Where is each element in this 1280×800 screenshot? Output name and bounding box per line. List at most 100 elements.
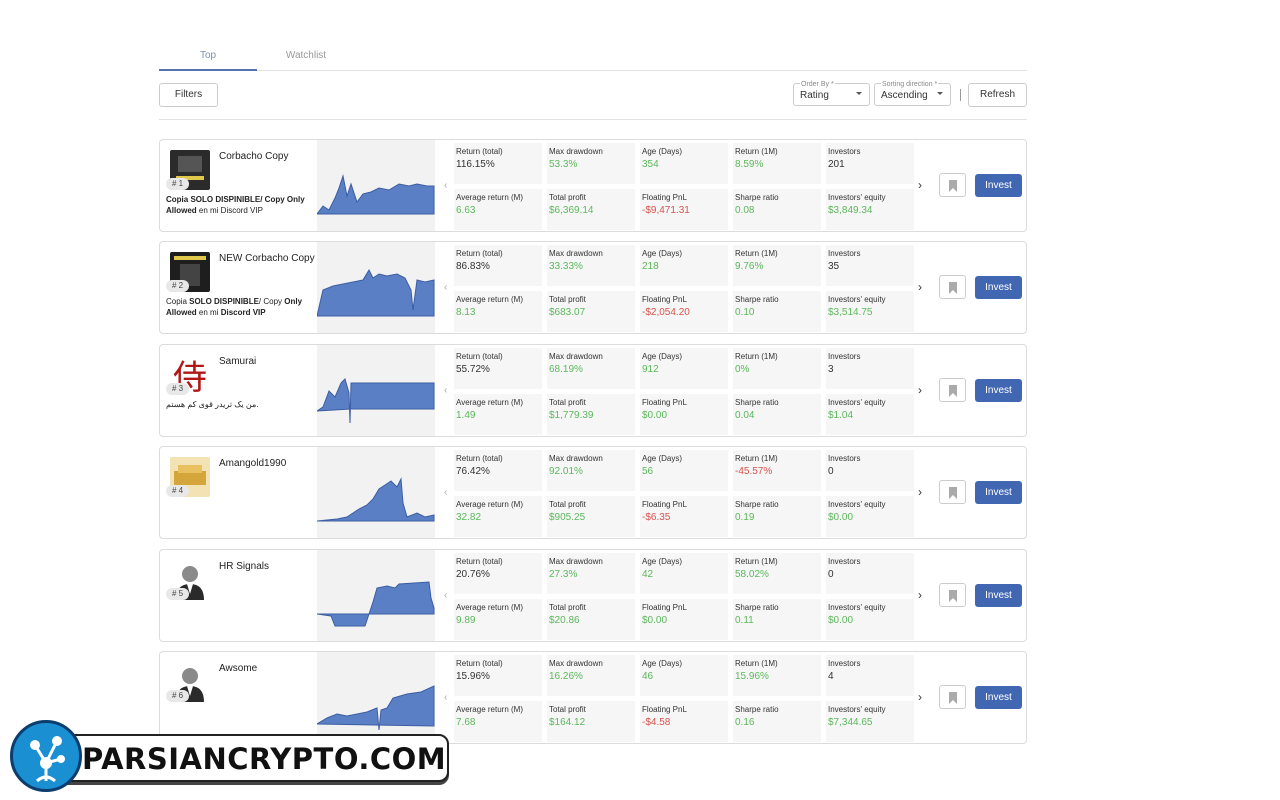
- stat-value: 0.04: [735, 410, 755, 421]
- invest-button[interactable]: Invest: [975, 584, 1022, 607]
- stat-value: 15.96%: [735, 671, 769, 682]
- chevron-left-icon[interactable]: ‹: [444, 282, 447, 293]
- stat-age-days: Age (Days) 912: [640, 348, 728, 389]
- trader-name[interactable]: HR Signals: [219, 561, 269, 572]
- stat-total-profit: Total profit $164.12: [547, 701, 635, 742]
- stat-label: Return (total): [456, 249, 503, 258]
- trader-name[interactable]: Samurai: [219, 356, 256, 367]
- toolbar: Filters Order By * Rating Sorting direct…: [159, 78, 1027, 120]
- stat-average-return-m: Average return (M) 6.63: [454, 189, 542, 230]
- stat-label: Total profit: [549, 603, 586, 612]
- chevron-right-icon[interactable]: ›: [918, 178, 922, 192]
- bookmark-icon: [949, 590, 957, 602]
- invest-button[interactable]: Invest: [975, 481, 1022, 504]
- stat-value: $0.00: [828, 512, 854, 523]
- stat-value: -45.57%: [735, 466, 773, 477]
- chevron-right-icon[interactable]: ›: [918, 690, 922, 704]
- chevron-left-icon[interactable]: ‹: [444, 692, 447, 703]
- order-by-label: Order By *: [800, 81, 835, 88]
- stat-sharpe-ratio: Sharpe ratio 0.04: [733, 394, 821, 435]
- stat-label: Floating PnL: [642, 398, 687, 407]
- stat-value: 20.76%: [456, 569, 490, 580]
- filters-button[interactable]: Filters: [159, 83, 218, 107]
- stat-return-total: Return (total) 116.15%: [454, 143, 542, 184]
- trader-name[interactable]: NEW Corbacho Copy: [219, 253, 315, 264]
- caret-down-icon: [856, 92, 862, 95]
- bookmark-button[interactable]: [939, 275, 966, 299]
- stat-return-total: Return (total) 76.42%: [454, 450, 542, 491]
- chevron-left-icon[interactable]: ‹: [444, 590, 447, 601]
- stat-total-profit: Total profit $905.25: [547, 496, 635, 537]
- stat-label: Return (1M): [735, 147, 778, 156]
- stat-investors-equity: Investors' equity $1.04: [826, 394, 914, 435]
- stat-investors: Investors 3: [826, 348, 914, 389]
- chevron-left-icon[interactable]: ‹: [444, 385, 447, 396]
- trader-name[interactable]: Amangold1990: [219, 458, 286, 469]
- stat-label: Investors' equity: [828, 398, 886, 407]
- stat-return-1m: Return (1M) -45.57%: [733, 450, 821, 491]
- stat-value: $1,779.39: [549, 410, 594, 421]
- stat-label: Investors: [828, 659, 861, 668]
- stat-value: 116.15%: [456, 159, 495, 170]
- trader-name[interactable]: Awsome: [219, 663, 257, 674]
- stat-label: Sharpe ratio: [735, 398, 779, 407]
- stat-label: Max drawdown: [549, 249, 603, 258]
- stat-value: 0.08: [735, 205, 755, 216]
- stat-value: $905.25: [549, 512, 586, 523]
- refresh-button[interactable]: Refresh: [968, 83, 1027, 107]
- chevron-right-icon[interactable]: ›: [918, 485, 922, 499]
- stat-floating-pnl: Floating PnL -$6.35: [640, 496, 728, 537]
- bookmark-button[interactable]: [939, 685, 966, 709]
- chevron-right-icon[interactable]: ›: [918, 280, 922, 294]
- bookmark-button[interactable]: [939, 378, 966, 402]
- sorting-direction-label: Sorting direction *: [881, 81, 939, 88]
- invest-button[interactable]: Invest: [975, 379, 1022, 402]
- performance-chart: [317, 140, 435, 231]
- rank-badge: # 6: [166, 690, 190, 702]
- stat-value: 86.83%: [456, 261, 490, 272]
- sorting-direction-select[interactable]: Sorting direction * Ascending: [874, 81, 951, 106]
- stat-label: Age (Days): [642, 249, 683, 258]
- stat-label: Max drawdown: [549, 557, 603, 566]
- stat-investors-equity: Investors' equity $3,514.75: [826, 291, 914, 332]
- trader-name[interactable]: Corbacho Copy: [219, 151, 288, 162]
- stat-value: 218: [642, 261, 659, 272]
- stat-value: 16.26%: [549, 671, 583, 682]
- stat-value: 9.89: [456, 615, 476, 626]
- stat-label: Total profit: [549, 193, 586, 202]
- stat-sharpe-ratio: Sharpe ratio 0.16: [733, 701, 821, 742]
- stat-return-total: Return (total) 20.76%: [454, 553, 542, 594]
- bookmark-button[interactable]: [939, 583, 966, 607]
- stat-label: Max drawdown: [549, 659, 603, 668]
- tab-bar: Top Watchlist: [159, 41, 1027, 71]
- bookmark-button[interactable]: [939, 480, 966, 504]
- chevron-right-icon[interactable]: ›: [918, 383, 922, 397]
- trader-description: من یک تریدر قوی کم هستم.: [166, 400, 259, 409]
- stat-value: $683.07: [549, 307, 586, 318]
- chevron-right-icon[interactable]: ›: [918, 588, 922, 602]
- tab-watchlist[interactable]: Watchlist: [257, 41, 355, 71]
- stat-label: Sharpe ratio: [735, 193, 779, 202]
- bookmark-button[interactable]: [939, 173, 966, 197]
- stat-investors-equity: Investors' equity $0.00: [826, 496, 914, 537]
- tab-top[interactable]: Top: [159, 41, 257, 71]
- bookmark-icon: [949, 487, 957, 499]
- invest-button[interactable]: Invest: [975, 276, 1022, 299]
- stat-label: Investors' equity: [828, 500, 886, 509]
- stat-return-total: Return (total) 55.72%: [454, 348, 542, 389]
- watermark-logo-icon: [10, 720, 82, 792]
- stat-value: 354: [642, 159, 659, 170]
- stat-label: Floating PnL: [642, 500, 687, 509]
- chevron-left-icon[interactable]: ‹: [444, 487, 447, 498]
- stat-label: Floating PnL: [642, 705, 687, 714]
- chevron-left-icon[interactable]: ‹: [444, 180, 447, 191]
- stat-value: 0: [828, 569, 834, 580]
- invest-button[interactable]: Invest: [975, 174, 1022, 197]
- invest-button[interactable]: Invest: [975, 686, 1022, 709]
- stat-value: 92.01%: [549, 466, 583, 477]
- stat-label: Average return (M): [456, 193, 523, 202]
- stat-value: 6.63: [456, 205, 476, 216]
- order-by-value: Rating: [800, 90, 829, 101]
- stat-average-return-m: Average return (M) 32.82: [454, 496, 542, 537]
- order-by-select[interactable]: Order By * Rating: [793, 81, 870, 106]
